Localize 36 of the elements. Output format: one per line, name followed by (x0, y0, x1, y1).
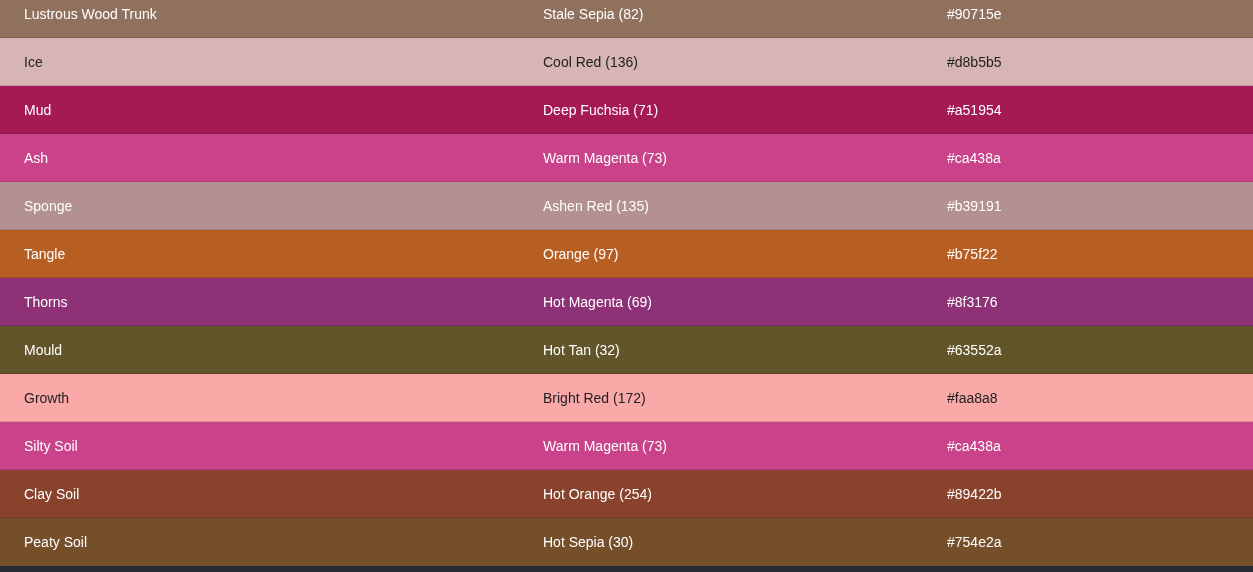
table-cell: #d8b5b5 (947, 53, 1002, 70)
table-cell: Clay Soil (24, 485, 80, 502)
table-cell: Warm Magenta (73) (543, 149, 667, 166)
table-cell: Warm Magenta (73) (543, 437, 667, 454)
table-cell: #90715e (947, 5, 1002, 22)
table-cell: Silty Soil (24, 437, 78, 454)
table-cell: Growth (24, 389, 70, 406)
table-cell: Ice (24, 53, 43, 70)
table-cell: Cool Red (136) (543, 53, 638, 70)
table-cell: #b39191 (947, 197, 1002, 214)
table-cell: Lustrous Wood Trunk (24, 5, 157, 22)
table-cell: Hot Orange (254) (543, 485, 652, 502)
table-cell: Orange (97) (543, 245, 619, 262)
table-cell: Mould (24, 341, 63, 358)
table-cell: #754e2a (947, 534, 1002, 550)
table-cell: Ash (24, 149, 49, 166)
table-cell: #faa8a8 (947, 389, 998, 406)
table-cell: Peaty Soil (24, 534, 88, 550)
table-cell: #89422b (947, 485, 1002, 502)
table-cell: Thorns (24, 293, 68, 310)
table-cell: Tangle (24, 245, 66, 262)
table-cell: #ca438a (947, 149, 1001, 166)
table-cell: Deep Fuchsia (71) (543, 101, 659, 118)
table-cell: #8f3176 (947, 293, 998, 310)
table-cell: Hot Tan (32) (543, 341, 620, 358)
table-cell: Mud (24, 101, 52, 118)
table-cell: Bright Red (172) (543, 389, 646, 406)
table-cell: #a51954 (947, 101, 1002, 118)
table-cell: Stale Sepia (82) (543, 5, 644, 22)
table-cell: #ca438a (947, 437, 1001, 454)
table-cell: Ashen Red (135) (543, 197, 649, 214)
table-cell: Hot Magenta (69) (543, 293, 652, 310)
table-cell: #b75f22 (947, 245, 998, 262)
table-cell: Sponge (24, 197, 73, 214)
table-cell: Hot Sepia (30) (543, 534, 634, 550)
table-cell: #63552a (947, 341, 1002, 358)
